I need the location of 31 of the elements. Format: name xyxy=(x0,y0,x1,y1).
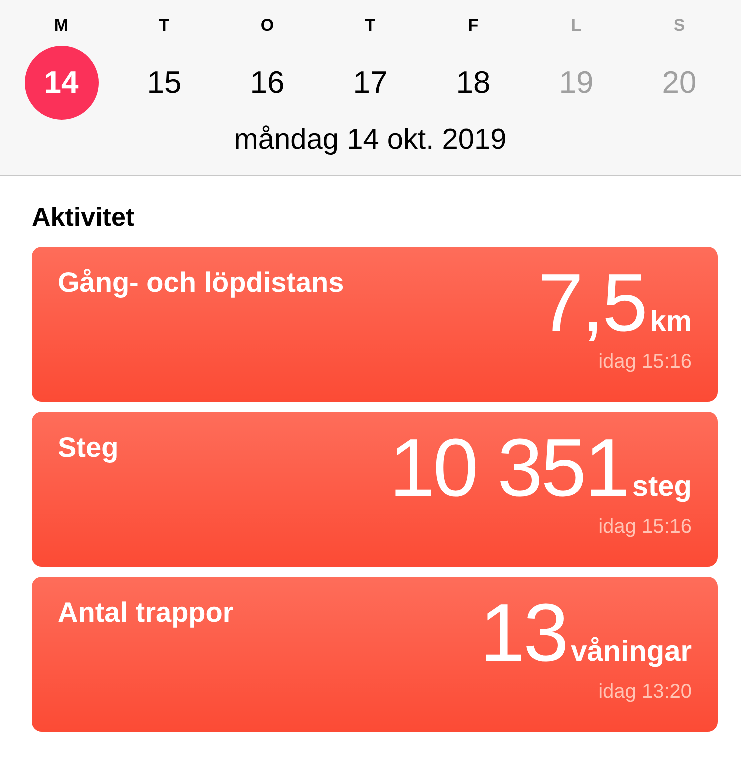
activity-card[interactable]: Gång- och löpdistans 7,5 km idag 15:16 xyxy=(32,247,718,402)
section-title: Aktivitet xyxy=(32,202,136,233)
date-button[interactable]: 17 xyxy=(334,46,408,120)
date-button[interactable]: 19 xyxy=(540,46,614,120)
date-button[interactable]: 16 xyxy=(230,46,304,120)
card-title: Steg xyxy=(58,432,119,464)
weekday-letter: M xyxy=(54,16,69,36)
weekday-letter: T xyxy=(159,16,170,36)
timestamp: idag 15:16 xyxy=(598,351,692,374)
date-button[interactable]: 15 xyxy=(128,46,202,120)
activity-card[interactable]: Steg 10 351 steg idag 15:16 xyxy=(32,412,718,567)
weekday-letter: F xyxy=(468,16,479,36)
date-button[interactable]: 20 xyxy=(642,46,716,120)
date-button[interactable]: 14 xyxy=(24,46,98,120)
metric-unit: våningar xyxy=(571,636,692,669)
metric-unit: km xyxy=(650,306,692,339)
weekday-letter: T xyxy=(365,16,376,36)
metric-value: 10 351 xyxy=(390,428,628,510)
metric-value: 13 xyxy=(480,593,568,675)
weekday-letter: L xyxy=(571,16,582,36)
metric-value: 7,5 xyxy=(538,263,646,345)
weekday-letter: S xyxy=(674,16,686,36)
card-title: Antal trappor xyxy=(58,597,234,629)
timestamp: idag 13:20 xyxy=(598,681,692,704)
date-button[interactable]: 18 xyxy=(436,46,510,120)
timestamp: idag 15:16 xyxy=(598,516,692,539)
metric-unit: steg xyxy=(632,471,692,504)
weekday-letter: O xyxy=(260,16,274,36)
card-title: Gång- och löpdistans xyxy=(58,267,344,299)
selected-date: måndag 14 okt. 2019 xyxy=(233,124,508,157)
activity-card[interactable]: Antal trappor 13våningar idag 13:20 xyxy=(32,577,718,732)
